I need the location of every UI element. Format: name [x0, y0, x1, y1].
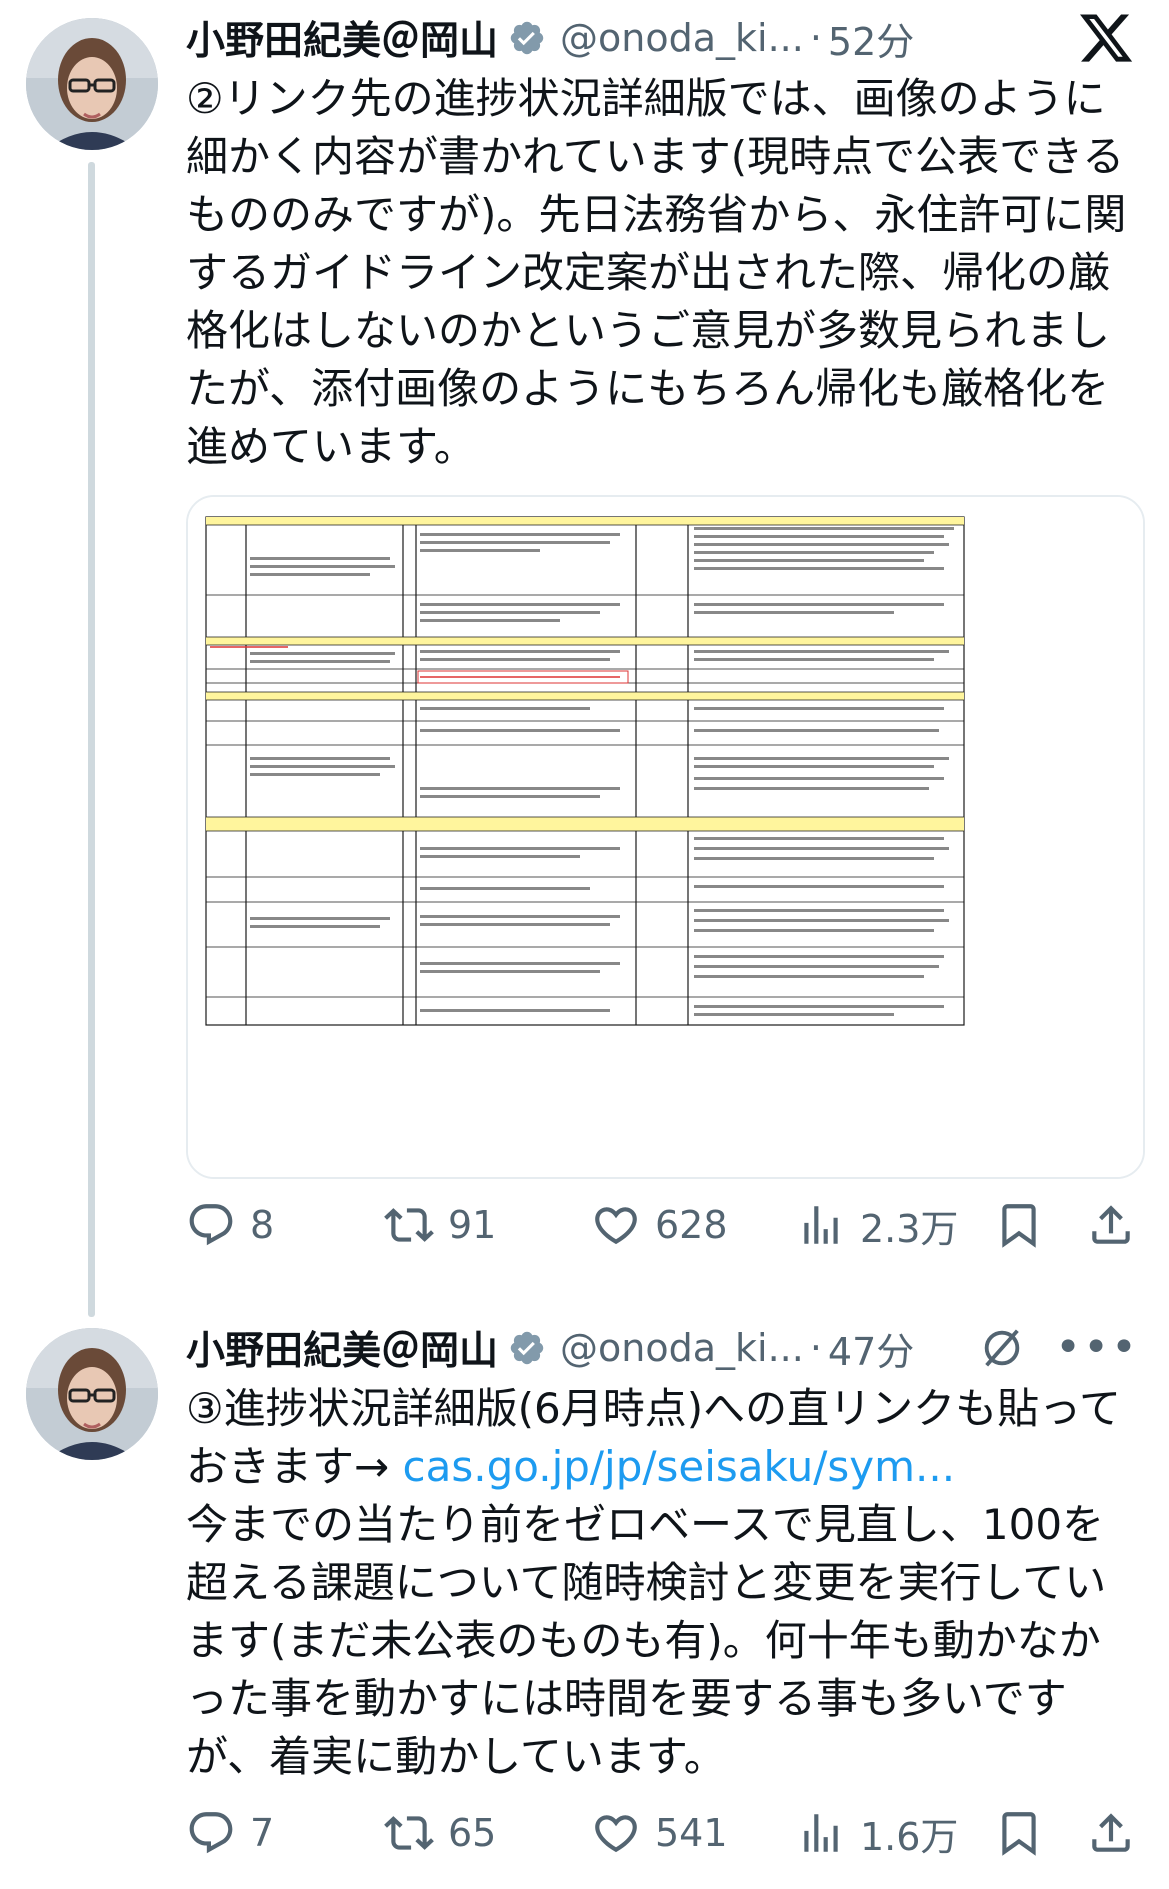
reply-count: 8 [250, 1203, 275, 1247]
avatar[interactable] [26, 1328, 158, 1460]
document-table-image [188, 497, 1143, 1177]
tweet-header: 小野田紀美＠岡山 @onoda_ki... · 52分 [186, 6, 1149, 70]
verified-badge-icon [510, 21, 544, 55]
tweet[interactable]: 小野田紀美＠岡山 @onoda_ki... · 52分 ②リンク先の進捗状況詳細… [0, 0, 1169, 1317]
tweet-actions: 7 65 541 1.6万 [186, 1798, 1149, 1868]
handle[interactable]: @onoda_ki... [560, 1326, 804, 1370]
display-name[interactable]: 小野田紀美＠岡山 [186, 10, 498, 66]
retweet-icon [384, 1208, 434, 1242]
retweet-button[interactable]: 91 [384, 1200, 496, 1250]
attached-image[interactable] [186, 495, 1145, 1179]
views-button[interactable]: 2.3万 [796, 1198, 958, 1253]
bookmark-button[interactable] [994, 1808, 1044, 1858]
like-button[interactable]: 541 [591, 1808, 728, 1858]
avatar-photo [26, 18, 158, 150]
display-name[interactable]: 小野田紀美＠岡山 [186, 1320, 498, 1376]
bookmark-icon [1002, 1812, 1036, 1856]
views-icon [804, 1814, 838, 1852]
x-logo-icon [1080, 14, 1133, 62]
bookmark-icon [1002, 1204, 1036, 1248]
tweet[interactable]: 小野田紀美＠岡山 @onoda_ki... · 47分 ••• ③進捗状況詳細版… [0, 1310, 1169, 1889]
reply-button[interactable]: 7 [186, 1808, 274, 1858]
views-count: 1.6万 [860, 1814, 959, 1859]
like-count: 628 [655, 1203, 728, 1247]
avatar-photo [26, 1328, 158, 1460]
more-icon[interactable]: ••• [1055, 1326, 1139, 1370]
views-button[interactable]: 1.6万 [796, 1806, 958, 1861]
tweet-actions: 8 91 628 2.3万 [186, 1190, 1149, 1260]
tweet-text: ③進捗状況詳細版(6月時点)への直リンクも貼っておきます→ cas.go.jp/… [186, 1380, 1137, 1786]
handle[interactable]: @onoda_ki... [560, 16, 804, 60]
share-button[interactable] [1086, 1808, 1136, 1858]
retweet-button[interactable]: 65 [384, 1808, 496, 1858]
like-count: 541 [655, 1811, 728, 1855]
share-icon [1092, 1813, 1130, 1852]
share-button[interactable] [1086, 1200, 1136, 1250]
share-icon [1092, 1205, 1130, 1244]
views-count: 2.3万 [860, 1206, 959, 1251]
reply-button[interactable]: 8 [186, 1200, 274, 1250]
tweet-text-part: 今までの当たり前をゼロベースで見直し、100を超える課題について随時検討と変更を… [186, 1500, 1107, 1781]
tweet-text: ②リンク先の進捗状況詳細版では、画像のように細かく内容が書かれています(現時点で… [186, 74, 1127, 471]
like-button[interactable]: 628 [591, 1200, 728, 1250]
separator-dot: · [809, 1326, 822, 1370]
separator-dot: · [809, 16, 822, 60]
heart-icon [595, 1815, 637, 1853]
verified-badge-icon [510, 1331, 544, 1365]
reply-icon [189, 1204, 233, 1246]
reply-count: 7 [250, 1811, 275, 1855]
timestamp[interactable]: 47分 [828, 1321, 914, 1376]
views-icon [804, 1206, 838, 1244]
thread-line [88, 162, 95, 1317]
reply-icon [189, 1812, 233, 1854]
heart-icon [595, 1207, 637, 1245]
timestamp[interactable]: 52分 [828, 11, 914, 66]
grok-icon[interactable] [979, 1325, 1025, 1371]
bookmark-button[interactable] [994, 1200, 1044, 1250]
tweet-header: 小野田紀美＠岡山 @onoda_ki... · 47分 ••• [186, 1316, 1149, 1380]
retweet-count: 91 [448, 1203, 497, 1247]
avatar[interactable] [26, 18, 158, 150]
retweet-count: 65 [448, 1811, 497, 1855]
retweet-icon [384, 1816, 434, 1850]
tweet-link[interactable]: cas.go.jp/jp/seisaku/sym... [403, 1442, 956, 1491]
